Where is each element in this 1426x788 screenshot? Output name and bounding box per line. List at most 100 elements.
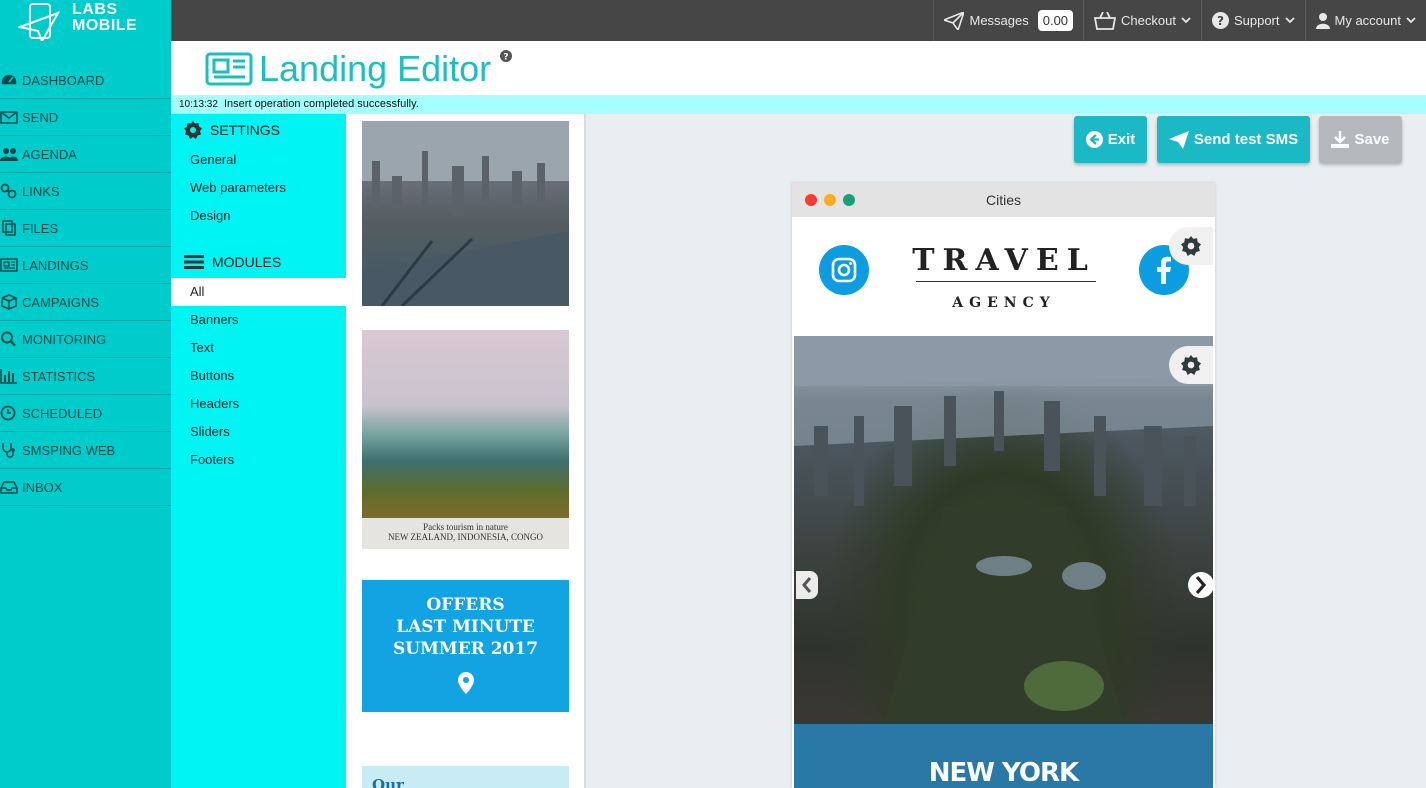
sidebar-item-label: INBOX (22, 479, 63, 495)
checkout-menu[interactable]: Checkout (1083, 0, 1201, 41)
paper-plane-icon (1168, 130, 1189, 149)
support-menu[interactable]: ? Support (1200, 0, 1305, 41)
module-link-all[interactable]: All (171, 278, 346, 306)
sidebar-item-monitoring[interactable]: MONITORING (0, 321, 171, 358)
sidebar-item-label: FILES (22, 220, 59, 236)
instagram-icon[interactable] (819, 245, 869, 295)
preview-title-bar: Cities (792, 183, 1215, 217)
module-link-buttons[interactable]: Buttons (171, 362, 346, 390)
sidebar-item-send[interactable]: SEND (0, 99, 171, 136)
sidebar-item-statistics[interactable]: STATISTICS (0, 358, 171, 395)
landing-preview: Cities TRAVEL AGENCY NEW YORK (792, 183, 1215, 788)
sidebar-item-label: CAMPAIGNS (22, 294, 100, 310)
sidebar-item-smsping-web[interactable]: SMSPING WEB (0, 432, 171, 469)
settings-link-design[interactable]: Design (171, 202, 346, 230)
arrow-circle-left-icon (1085, 131, 1103, 148)
slider-settings-gear[interactable] (1169, 346, 1213, 384)
module-settings-gear[interactable] (1169, 227, 1213, 265)
chevron-down-icon (1181, 17, 1191, 24)
module-thumbnails: Packs tourism in nature NEW ZEALAND, IND… (346, 114, 586, 788)
sidebar-item-dashboard[interactable]: DASHBOARD (0, 62, 171, 99)
sidebar-item-inbox[interactable]: INBOX (0, 469, 171, 506)
question-circle-icon: ? (1211, 12, 1229, 29)
list-icon (184, 255, 204, 269)
brand-divider (916, 281, 1096, 282)
svg-text:?: ? (1217, 14, 1224, 28)
gear-icon (184, 121, 202, 139)
download-icon (1331, 130, 1350, 148)
exit-label: Exit (1107, 131, 1136, 148)
city-aerial-image (362, 121, 569, 308)
module-thumb-nature-banner[interactable]: Packs tourism in nature NEW ZEALAND, IND… (362, 330, 569, 549)
main-sidebar: DASHBOARD SEND AGENDA LINKS FILES LANDIN… (0, 41, 171, 788)
sidebar-item-links[interactable]: LINKS (0, 173, 171, 210)
account-menu[interactable]: My account (1304, 0, 1426, 41)
send-test-sms-button[interactable]: Send test SMS (1157, 116, 1310, 163)
question-circle-icon[interactable]: ? (500, 50, 512, 62)
save-label: Save (1354, 131, 1390, 148)
sidebar-item-label: LANDINGS (22, 257, 89, 273)
preview-slider-module[interactable] (794, 336, 1213, 724)
top-nav: Messages 0.00 Checkout ? Support My acco… (933, 0, 1426, 41)
module-link-sliders[interactable]: Sliders (171, 418, 346, 446)
slide-caption: NEW YORK (794, 724, 1213, 788)
sidebar-item-files[interactable]: FILES (0, 210, 171, 247)
module-thumb-text[interactable]: Our (362, 766, 569, 788)
brand-main: TRAVEL (912, 243, 1096, 278)
sidebar-item-label: DASHBOARD (22, 72, 105, 88)
logo-text: LABS MOBILE (72, 2, 137, 34)
coast-image (362, 330, 569, 518)
new-york-aerial-image (794, 336, 1213, 724)
exit-button[interactable]: Exit (1074, 116, 1147, 163)
module-link-text[interactable]: Text (171, 334, 346, 362)
logo-line2: MOBILE (72, 17, 138, 34)
module-link-banners[interactable]: Banners (171, 306, 346, 334)
status-bar: 10:13:32 Insert operation completed succ… (171, 95, 1426, 114)
files-icon (2, 220, 16, 236)
chevron-right-icon (1188, 572, 1213, 598)
slider-prev-button[interactable] (794, 570, 820, 600)
logo[interactable]: LABS MOBILE (0, 0, 171, 43)
sidebar-item-campaigns[interactable]: CAMPAIGNS (0, 284, 171, 321)
gear-icon (1181, 236, 1201, 256)
module-link-headers[interactable]: Headers (171, 390, 346, 418)
offer-line2: LAST MINUTE (396, 617, 535, 637)
our-text: Our (372, 776, 404, 788)
map-pin-icon (457, 672, 474, 694)
user-icon (1315, 12, 1330, 29)
preview-window-title: Cities (985, 192, 1021, 208)
brand-sub: AGENCY (952, 295, 1056, 311)
save-button[interactable]: Save (1319, 116, 1402, 163)
settings-heading: SETTINGS (171, 114, 346, 146)
chevron-down-icon (1284, 17, 1295, 24)
sidebar-item-landings[interactable]: LANDINGS (0, 247, 171, 284)
settings-link-general[interactable]: General (171, 146, 346, 174)
paper-plane-phone-icon (18, 3, 61, 43)
messages-label: Messages (969, 13, 1029, 28)
module-thumb-offer-banner[interactable]: OFFERS LAST MINUTE SUMMER 2017 (362, 580, 569, 712)
account-label: My account (1334, 13, 1401, 28)
preview-header-module[interactable]: TRAVEL AGENCY (794, 217, 1213, 336)
sidebar-item-label: SCHEDULED (22, 405, 103, 421)
settings-link-web-parameters[interactable]: Web parameters (171, 174, 346, 202)
module-link-footers[interactable]: Footers (171, 446, 346, 474)
support-label: Support (1233, 13, 1280, 28)
module-thumb-city-banner[interactable] (362, 121, 569, 308)
sidebar-item-label: LINKS (22, 183, 60, 199)
page-title: Landing Editor (259, 48, 492, 89)
envelope-icon (0, 111, 18, 124)
top-bar: LABS MOBILE Messages 0.00 Checkout ? Sup… (0, 0, 1426, 43)
status-time: 10:13:32 (179, 99, 218, 110)
offer-line1: OFFERS (426, 595, 505, 615)
sidebar-item-label: SMSPING WEB (22, 442, 116, 458)
send-test-label: Send test SMS (1193, 131, 1299, 148)
sidebar-item-scheduled[interactable]: SCHEDULED (0, 395, 171, 432)
slider-next-button[interactable] (1187, 570, 1213, 600)
sidebar-item-agenda[interactable]: AGENDA (0, 136, 171, 173)
status-message: Insert operation completed successfully. (224, 98, 419, 110)
messages-button[interactable]: Messages 0.00 (933, 0, 1083, 41)
page-header: Landing Editor ? (171, 41, 1426, 95)
modules-heading: MODULES (171, 246, 346, 278)
sidebar-item-label: MONITORING (22, 331, 107, 347)
offer-line3: SUMMER 2017 (392, 639, 539, 659)
